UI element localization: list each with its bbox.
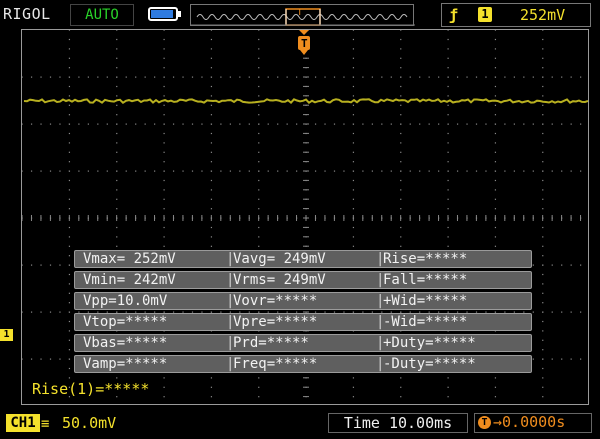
column-divider: | [376,251,385,267]
rising-edge-icon: ƒ [449,6,459,24]
memory-depth-overview: T [190,4,415,26]
memory-waveform-icon: T [191,8,415,26]
column-divider: | [226,272,235,288]
timebase-readout[interactable]: Time 10.00ms [328,413,468,433]
trigger-position-marker[interactable]: T [296,30,312,56]
column-divider: | [376,335,385,351]
column-divider: | [376,293,385,309]
trigger-source-badge: 1 [478,7,492,22]
measurement-value: Freq=***** [233,356,318,372]
memory-trigger-marker: T [297,8,303,18]
trigger-offset-value: →0.0000s [493,413,566,431]
measurement-value: Fall=***** [383,272,468,288]
measurement-value: Vamp=***** [83,356,168,372]
measurement-row: Vpp=10.0mV Vovr=***** | +Wid=***** | [74,292,532,310]
ch1-vertical-scale[interactable]: 50.0mV [62,414,116,432]
brand-logo: RIGOL [3,5,51,23]
measurement-row: Vtop=***** Vpre=***** | -Wid=***** | [74,313,532,331]
measurement-value: Prd=***** [233,335,309,351]
measurement-value: -Duty=***** [383,356,476,372]
ch1-level-marker[interactable]: 1 [0,329,13,341]
measurement-value: Vavg= 249mV [233,251,326,267]
column-divider: | [376,272,385,288]
battery-tip [178,11,181,17]
measurement-row: Vamp=***** Freq=***** | -Duty=***** | [74,355,532,373]
trigger-marker-label: T [301,37,308,50]
ch1-badge[interactable]: CH1 [6,414,40,432]
column-divider: | [226,335,235,351]
measurement-value: +Wid=***** [383,293,468,309]
column-divider: | [226,314,235,330]
measurement-value: Vrms= 249mV [233,272,326,288]
trigger-status-panel[interactable] [441,3,591,27]
measurement-value: +Duty=***** [383,335,476,351]
measurement-row: Vbas=***** Prd=***** | +Duty=***** | [74,334,532,352]
measurement-value: Vbas=***** [83,335,168,351]
battery-level [151,10,173,18]
measurement-value: Vpre=***** [233,314,318,330]
run-mode-indicator[interactable]: AUTO [70,4,134,26]
measurement-value: Vtop=***** [83,314,168,330]
trigger-offset-icon: T [478,416,491,429]
column-divider: | [226,251,235,267]
measurement-value: Rise=***** [383,251,468,267]
column-divider: | [226,293,235,309]
column-divider: | [376,314,385,330]
measurement-value: Vpp=10.0mV [83,293,168,309]
measurement-value: Vmax= 252mV [83,251,176,267]
measurement-value: -Wid=***** [383,314,468,330]
dc-coupling-icon: ≡ [41,416,50,432]
ch1-waveform-trace [23,98,588,104]
cursor-readout: Rise(1)=***** [32,380,150,398]
column-divider: | [376,356,385,372]
measurement-value: Vmin= 242mV [83,272,176,288]
trigger-level: 252mV [520,6,566,24]
measurement-row: Vmax= 252mV Vavg= 249mV | Rise=***** | [74,250,532,268]
measurement-row: Vmin= 242mV Vrms= 249mV | Fall=***** | [74,271,532,289]
measurement-value: Vovr=***** [233,293,318,309]
column-divider: | [226,356,235,372]
